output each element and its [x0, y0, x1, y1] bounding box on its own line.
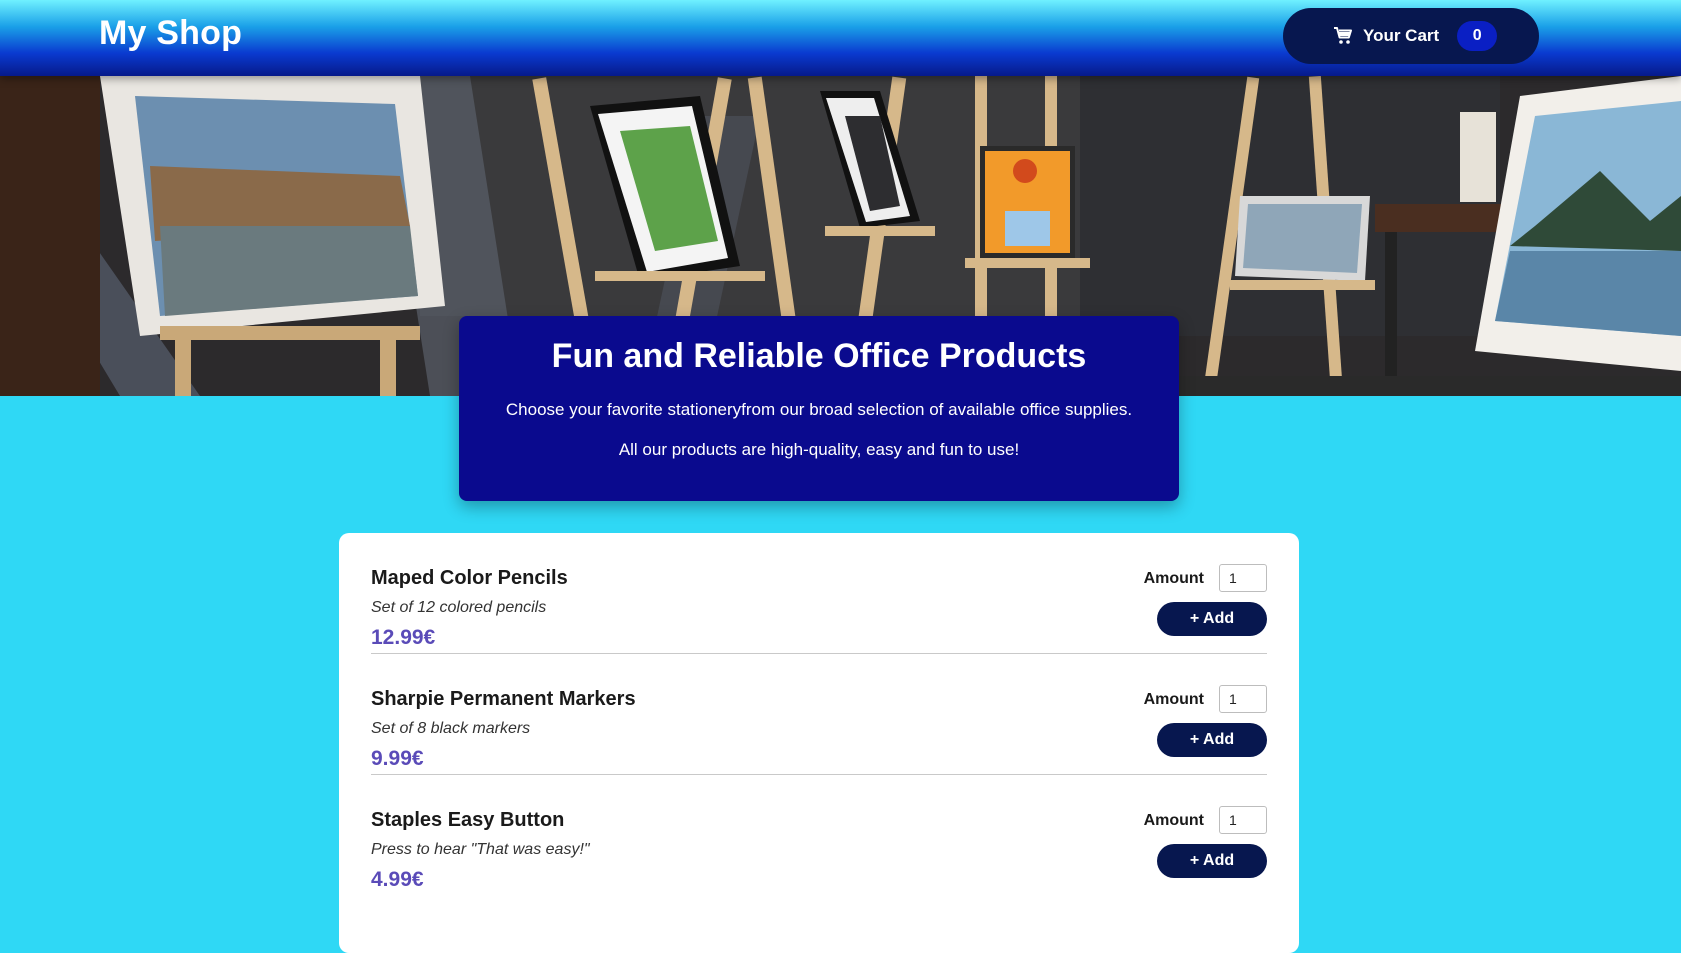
product-name: Staples Easy Button: [371, 809, 565, 831]
add-to-cart-button[interactable]: + Add: [1157, 844, 1267, 878]
hero-title: Fun and Reliable Office Products: [551, 337, 1087, 375]
product-item: Sharpie Permanent Markers Set of 8 black…: [371, 654, 1267, 775]
add-to-cart-button[interactable]: + Add: [1157, 723, 1267, 757]
shopping-cart-icon: [1333, 26, 1353, 46]
product-price: 4.99€: [371, 868, 424, 891]
product-description: Press to hear "That was easy!": [371, 841, 590, 858]
product-price: 9.99€: [371, 747, 424, 770]
amount-label: Amount: [1143, 812, 1204, 829]
hero-description: Choose your favorite stationeryfrom our …: [505, 400, 1133, 419]
add-to-cart-button[interactable]: + Add: [1157, 602, 1267, 636]
amount-input[interactable]: [1219, 685, 1267, 713]
amount-input[interactable]: [1219, 806, 1267, 834]
product-price: 12.99€: [371, 626, 436, 649]
cart-label: Your Cart: [1363, 26, 1440, 45]
hero-panel: Fun and Reliable Office Products Choose …: [459, 316, 1179, 501]
amount-input[interactable]: [1219, 564, 1267, 592]
product-item: Maped Color Pencils Set of 12 colored pe…: [371, 533, 1267, 654]
amount-label: Amount: [1143, 570, 1204, 587]
product-description: Set of 12 colored pencils: [371, 599, 547, 616]
shop-logo[interactable]: My Shop: [99, 14, 242, 53]
product-list: Maped Color Pencils Set of 12 colored pe…: [339, 533, 1299, 953]
cart-button[interactable]: Your Cart 0: [1283, 8, 1539, 64]
product-name: Maped Color Pencils: [371, 567, 568, 589]
product-name: Sharpie Permanent Markers: [371, 688, 636, 710]
product-item: Staples Easy Button Press to hear "That …: [371, 775, 1267, 896]
cart-count-badge: 0: [1457, 21, 1498, 51]
site-header: My Shop Your Cart 0: [0, 0, 1681, 76]
amount-label: Amount: [1143, 691, 1204, 708]
hero-tagline: All our products are high-quality, easy …: [618, 440, 1020, 459]
product-description: Set of 8 black markers: [371, 720, 531, 737]
